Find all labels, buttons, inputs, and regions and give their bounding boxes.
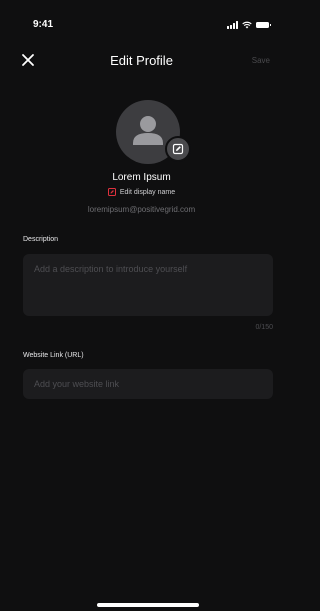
- nav-bar: Edit Profile Save: [0, 44, 283, 78]
- page-title: Edit Profile: [110, 53, 173, 68]
- edit-icon: [172, 143, 184, 155]
- status-bar: 9:41: [0, 0, 283, 40]
- save-button[interactable]: Save: [252, 56, 270, 65]
- signal-icon: [227, 21, 238, 29]
- display-name: Lorem Ipsum: [112, 172, 171, 183]
- edit-name-icon: [107, 188, 116, 196]
- website-input[interactable]: [23, 369, 273, 399]
- status-time: 9:41: [33, 19, 54, 30]
- status-icons: [227, 21, 271, 29]
- wifi-icon: [242, 21, 252, 29]
- description-input[interactable]: [23, 254, 273, 316]
- description-label: Description: [23, 236, 59, 243]
- email-text: loremipsum@positivegrid.com: [87, 205, 196, 214]
- battery-icon: [256, 22, 271, 28]
- home-indicator: [97, 603, 199, 607]
- edit-avatar-button[interactable]: [165, 136, 191, 162]
- edit-display-name-label: Edit display name: [119, 188, 176, 196]
- description-char-counter: 0/150: [255, 324, 273, 331]
- edit-display-name-link[interactable]: Edit display name: [0, 188, 283, 196]
- website-label: Website Link (URL): [23, 352, 84, 359]
